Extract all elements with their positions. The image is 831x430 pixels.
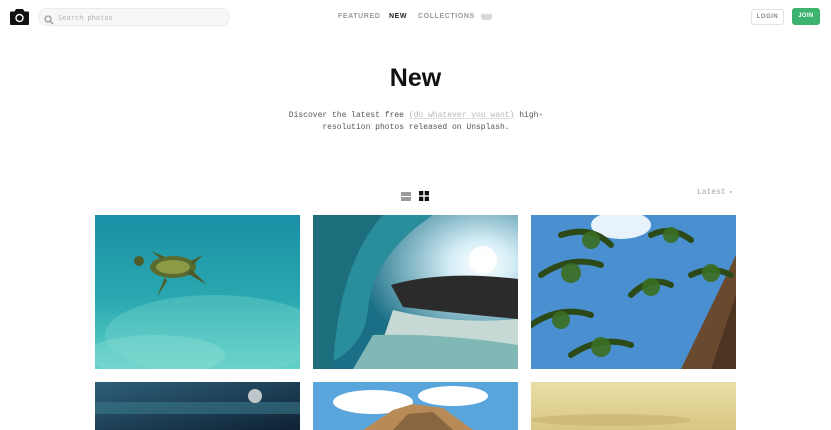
login-button[interactable]: LOGIN [751, 9, 784, 25]
grid-view-icon[interactable] [419, 188, 429, 201]
sort-label: Latest [697, 188, 726, 197]
photo-mountain-cliff[interactable] [313, 382, 518, 430]
sort-dropdown[interactable]: Latest ▾ [697, 188, 732, 197]
photo-sea-turtle[interactable] [95, 215, 300, 369]
nav-featured[interactable]: FEATURED [338, 12, 380, 22]
photo-wave-barrel[interactable] [313, 215, 518, 369]
nav-collections[interactable]: COLLECTIONS [418, 12, 475, 22]
photo-hazy-beach[interactable] [531, 382, 736, 430]
caret-down-icon: ▾ [728, 189, 733, 196]
photo-blurred-blue[interactable] [95, 382, 300, 430]
nav-new[interactable]: NEW [389, 12, 407, 22]
top-navbar: FEATURED NEW COLLECTIONS ••• LOGIN JOIN [0, 0, 831, 36]
join-button[interactable]: JOIN [792, 8, 820, 25]
more-menu-button[interactable]: ••• [481, 12, 492, 20]
main-nav: FEATURED NEW COLLECTIONS ••• [0, 12, 831, 24]
license-link[interactable]: (do whatever you want) [409, 111, 515, 120]
page-title: New [389, 64, 442, 92]
list-view-icon[interactable] [401, 188, 411, 201]
photo-palm-trees[interactable] [531, 215, 736, 369]
page-description: Discover the latest free (do whatever yo… [270, 110, 562, 134]
description-text-start: Discover the latest free [288, 111, 409, 120]
